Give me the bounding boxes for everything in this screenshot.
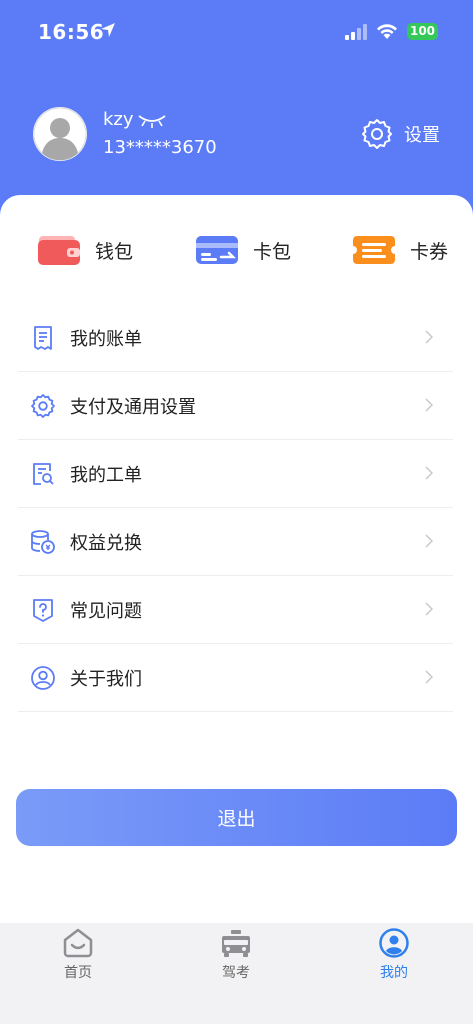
wallet-icon: [38, 236, 80, 265]
menu-item-about-us[interactable]: 关于我们: [18, 644, 453, 712]
work-order-icon: [33, 462, 54, 485]
menu-list: 我的账单 支付及通用设置 我的工单 权益兑换 常见问题 关于我们: [18, 304, 453, 712]
wallet-label: 钱包: [95, 240, 134, 263]
tab-driving-test[interactable]: 驾考: [196, 928, 276, 982]
gear-icon: [31, 393, 55, 418]
chevron-right-icon: [425, 602, 433, 616]
wifi-icon: [377, 24, 397, 39]
menu-label: 我的工单: [70, 464, 142, 486]
tab-label: 我的: [380, 965, 408, 981]
menu-label: 常见问题: [70, 600, 142, 622]
chevron-right-icon: [425, 534, 433, 548]
settings-button[interactable]: 设置: [360, 117, 440, 151]
chevron-right-icon: [425, 398, 433, 412]
user-circle-icon: [31, 665, 55, 690]
menu-item-work-orders[interactable]: 我的工单: [18, 440, 453, 508]
coupon-icon: [353, 236, 395, 264]
tab-label: 驾考: [222, 965, 250, 981]
gear-icon: [362, 119, 392, 149]
wallet-button[interactable]: 钱包: [37, 233, 133, 267]
card-bag-label: 卡包: [253, 240, 292, 263]
menu-label: 权益兑换: [70, 532, 142, 554]
card-bag-button[interactable]: 卡包: [195, 233, 291, 267]
logout-button[interactable]: 退出: [16, 789, 457, 846]
battery-indicator: 100: [407, 23, 438, 40]
cellular-signal-icon: [345, 24, 367, 40]
coupon-button[interactable]: 卡券: [352, 233, 448, 267]
chevron-right-icon: [425, 466, 433, 480]
username: kzy: [103, 109, 134, 130]
user-circle-icon: [379, 928, 409, 958]
menu-item-bills[interactable]: 我的账单: [18, 304, 453, 372]
menu-item-payment-settings[interactable]: 支付及通用设置: [18, 372, 453, 440]
status-time: 16:56: [38, 20, 105, 44]
menu-label: 我的账单: [70, 328, 142, 350]
chevron-right-icon: [425, 670, 433, 684]
chevron-right-icon: [425, 330, 433, 344]
menu-label: 关于我们: [70, 668, 142, 690]
user-silhouette-icon: [33, 107, 87, 161]
settings-label: 设置: [404, 125, 440, 146]
menu-item-faq[interactable]: 常见问题: [18, 576, 453, 644]
hidden-eye-icon[interactable]: [137, 110, 167, 130]
question-shield-icon: [33, 598, 53, 622]
status-bar: 16:56 100: [0, 0, 473, 62]
bill-icon: [34, 325, 52, 350]
location-arrow-icon: [101, 23, 115, 37]
tab-label: 首页: [64, 965, 92, 981]
coupon-label: 卡券: [410, 240, 449, 263]
card-icon: [196, 236, 238, 264]
coins-exchange-icon: [31, 529, 55, 554]
car-icon: [222, 930, 250, 957]
tab-home[interactable]: 首页: [38, 928, 118, 982]
avatar[interactable]: [33, 107, 87, 161]
tab-mine[interactable]: 我的: [354, 928, 434, 982]
phone-number: 13*****3670: [103, 137, 217, 158]
home-icon: [63, 928, 93, 958]
menu-label: 支付及通用设置: [70, 396, 196, 418]
menu-item-rights-exchange[interactable]: 权益兑换: [18, 508, 453, 576]
